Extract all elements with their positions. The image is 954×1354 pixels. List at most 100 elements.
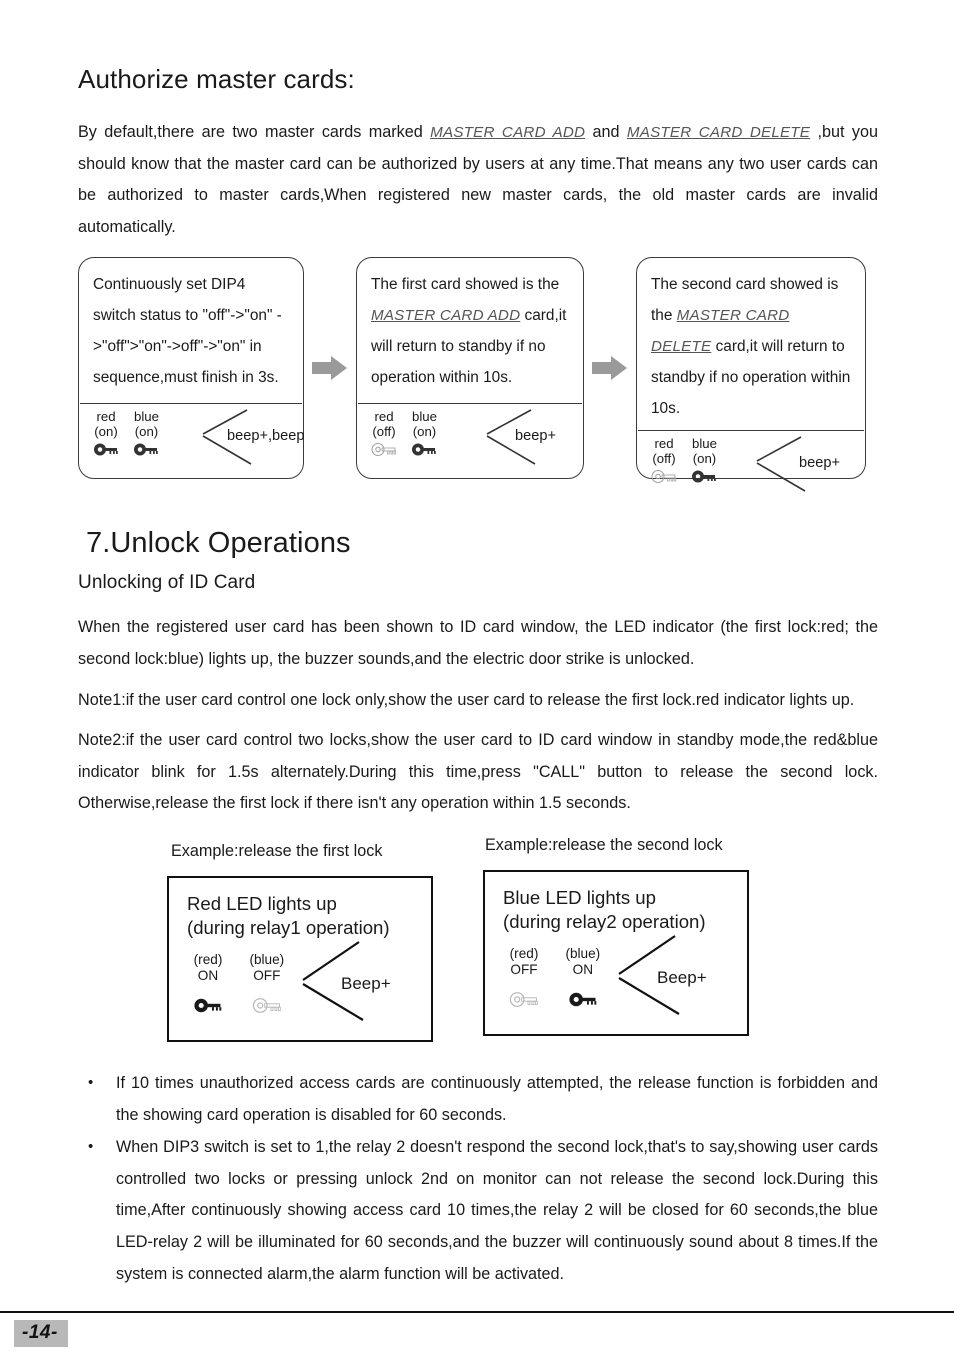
flow-step-3-text: The second card showed is the MASTER CAR… xyxy=(637,258,865,430)
flow-step-box-2: The first card showed is the MASTER CARD… xyxy=(356,257,584,480)
beep-indicator: beep+ xyxy=(485,406,585,473)
flow-diagram: Continuously set DIP4 switch status to "… xyxy=(78,257,878,493)
led-state-label: (on) xyxy=(134,424,159,440)
master-card-add-link: MASTER CARD ADD xyxy=(430,124,586,141)
led-color-label: (blue) xyxy=(249,952,285,968)
led-color-label: (blue) xyxy=(565,946,601,962)
master-card-add-link: MASTER CARD ADD xyxy=(371,307,521,325)
chapter-paragraph-1: When the registered user card has been s… xyxy=(78,618,878,668)
flow-arrow-1 xyxy=(304,355,356,381)
right-arrow-icon xyxy=(592,356,627,381)
beep-indicator: beep+ xyxy=(755,433,855,500)
beep-indicator: Beep+ xyxy=(301,936,431,1027)
example-1-title: Red LED lights up (during relay1 operati… xyxy=(169,878,431,940)
key-icon-off xyxy=(371,442,397,460)
master-card-delete-link: MASTER CARD DELETE xyxy=(626,124,811,141)
key-icon-on xyxy=(193,997,223,1017)
page-number: -14- xyxy=(14,1320,68,1347)
intro-paragraph: By default,there are two master cards ma… xyxy=(78,117,878,243)
example-2-status: (red) OFF (blue) ON Beep+ xyxy=(485,934,747,1016)
flow-step-1-text: Continuously set DIP4 switch status to "… xyxy=(93,276,282,386)
flow-step-box-1: Continuously set DIP4 switch status to "… xyxy=(78,257,305,480)
led-indicator-red: red (on) xyxy=(93,410,119,460)
led-state-label: (off) xyxy=(652,451,676,467)
example-1-status: (red) ON (blue) OFF Beep+ xyxy=(169,940,431,1022)
intro-part1: By default,there are two master cards ma… xyxy=(78,123,431,141)
footer-divider xyxy=(0,1311,954,1313)
text-pre: The first card showed is the xyxy=(371,276,560,294)
list-item-text: If 10 times unauthorized access cards ar… xyxy=(116,1073,878,1124)
flow-step-3-status: red (off) blue (on) beep+ xyxy=(637,431,865,493)
led-color-label: blue xyxy=(133,409,159,425)
key-icon-on xyxy=(411,442,437,460)
title-line-2: (during relay1 operation) xyxy=(187,917,390,939)
chapter-paragraph-3: Note2:if the user card control two locks… xyxy=(78,731,878,813)
led-color-label: red xyxy=(374,409,394,425)
title-line-2: (during relay2 operation) xyxy=(503,911,706,933)
beep-label: beep+ xyxy=(799,455,840,472)
led-state-label: (on) xyxy=(412,424,437,440)
bullet-marker: • xyxy=(88,1138,94,1156)
led-indicator-blue: (blue) OFF xyxy=(249,952,284,1017)
example-box-2: Blue LED lights up (during relay2 operat… xyxy=(483,869,749,1036)
list-item: • When DIP3 switch is set to 1,the relay … xyxy=(78,1132,878,1290)
list-item-text: When DIP3 switch is set to 1,the relay 2… xyxy=(116,1138,878,1283)
led-state-label: (on) xyxy=(94,424,118,440)
bullet-marker: • xyxy=(88,1073,94,1091)
beep-label: Beep+ xyxy=(341,974,391,994)
document-page: Authorize master cards: By default,there… xyxy=(0,0,954,1354)
page-title: Authorize master cards: xyxy=(78,64,355,94)
example-2-title: Blue LED lights up (during relay2 operat… xyxy=(485,872,747,934)
key-icon-on xyxy=(133,442,159,460)
chapter-title: 7.Unlock Operations xyxy=(86,527,351,560)
led-state-label: ON xyxy=(572,961,594,977)
page-content: Authorize master cards: By default,there… xyxy=(78,64,878,1291)
led-indicator-blue: blue (on) xyxy=(691,437,717,487)
led-color-label: blue xyxy=(691,436,717,452)
led-state-label: (on) xyxy=(692,451,717,467)
flow-step-2-status: red (off) blue (on) beep+ xyxy=(357,404,583,478)
flow-arrow-2 xyxy=(584,355,636,381)
flow-step-1-status: red (on) blue (on) beep+,beep xyxy=(79,404,305,478)
intro-part2: and xyxy=(585,123,627,141)
example-diagrams: Example:release the first lock Example:r… xyxy=(78,836,878,1052)
key-icon-off xyxy=(509,991,539,1011)
right-arrow-icon xyxy=(312,356,347,381)
beep-label: beep+,beep xyxy=(227,428,305,445)
key-icon-on xyxy=(691,469,717,487)
chapter-subtitle: Unlocking of ID Card xyxy=(78,572,256,594)
title-line-1: Red LED lights up xyxy=(187,892,337,914)
led-state-label: OFF xyxy=(510,961,538,977)
led-indicator-red: (red) ON xyxy=(193,952,223,1017)
led-state-label: OFF xyxy=(253,967,281,983)
led-indicator-blue: (blue) ON xyxy=(565,946,600,1011)
key-icon-on xyxy=(565,991,600,1011)
chapter-paragraph-2: Note1:if the user card control one lock … xyxy=(78,690,855,709)
led-state-label: ON xyxy=(197,967,219,983)
beep-label: Beep+ xyxy=(657,968,707,988)
led-indicator-red: red (off) xyxy=(651,437,677,487)
led-indicator-red: red (off) xyxy=(371,410,397,460)
beep-indicator: Beep+ xyxy=(617,930,747,1021)
example-box-1: Red LED lights up (during relay1 operati… xyxy=(167,875,433,1042)
led-color-label: blue xyxy=(411,409,437,425)
led-color-label: red xyxy=(96,409,116,425)
title-line-1: Blue LED lights up xyxy=(503,886,656,908)
flow-step-2-text: The first card showed is the MASTER CARD… xyxy=(357,258,583,403)
list-item: • If 10 times unauthorized access cards a… xyxy=(78,1068,878,1131)
key-icon-off xyxy=(249,997,284,1017)
led-color-label: (red) xyxy=(509,946,539,962)
led-indicator-red: (red) OFF xyxy=(509,946,539,1011)
key-icon-on xyxy=(93,442,119,460)
example-2-label: Example:release the second lock xyxy=(485,835,723,854)
notes-list: • If 10 times unauthorized access cards a… xyxy=(78,1068,878,1290)
beep-label: beep+ xyxy=(515,428,556,445)
flow-step-box-3: The second card showed is the MASTER CAR… xyxy=(636,257,866,493)
led-indicator-blue: blue (on) xyxy=(411,410,437,460)
led-color-label: (red) xyxy=(193,952,223,968)
key-icon-off xyxy=(651,469,677,487)
led-indicator-blue: blue (on) xyxy=(133,410,159,460)
led-state-label: (off) xyxy=(372,424,396,440)
beep-indicator: beep+,beep xyxy=(201,406,305,473)
led-color-label: red xyxy=(654,436,674,452)
